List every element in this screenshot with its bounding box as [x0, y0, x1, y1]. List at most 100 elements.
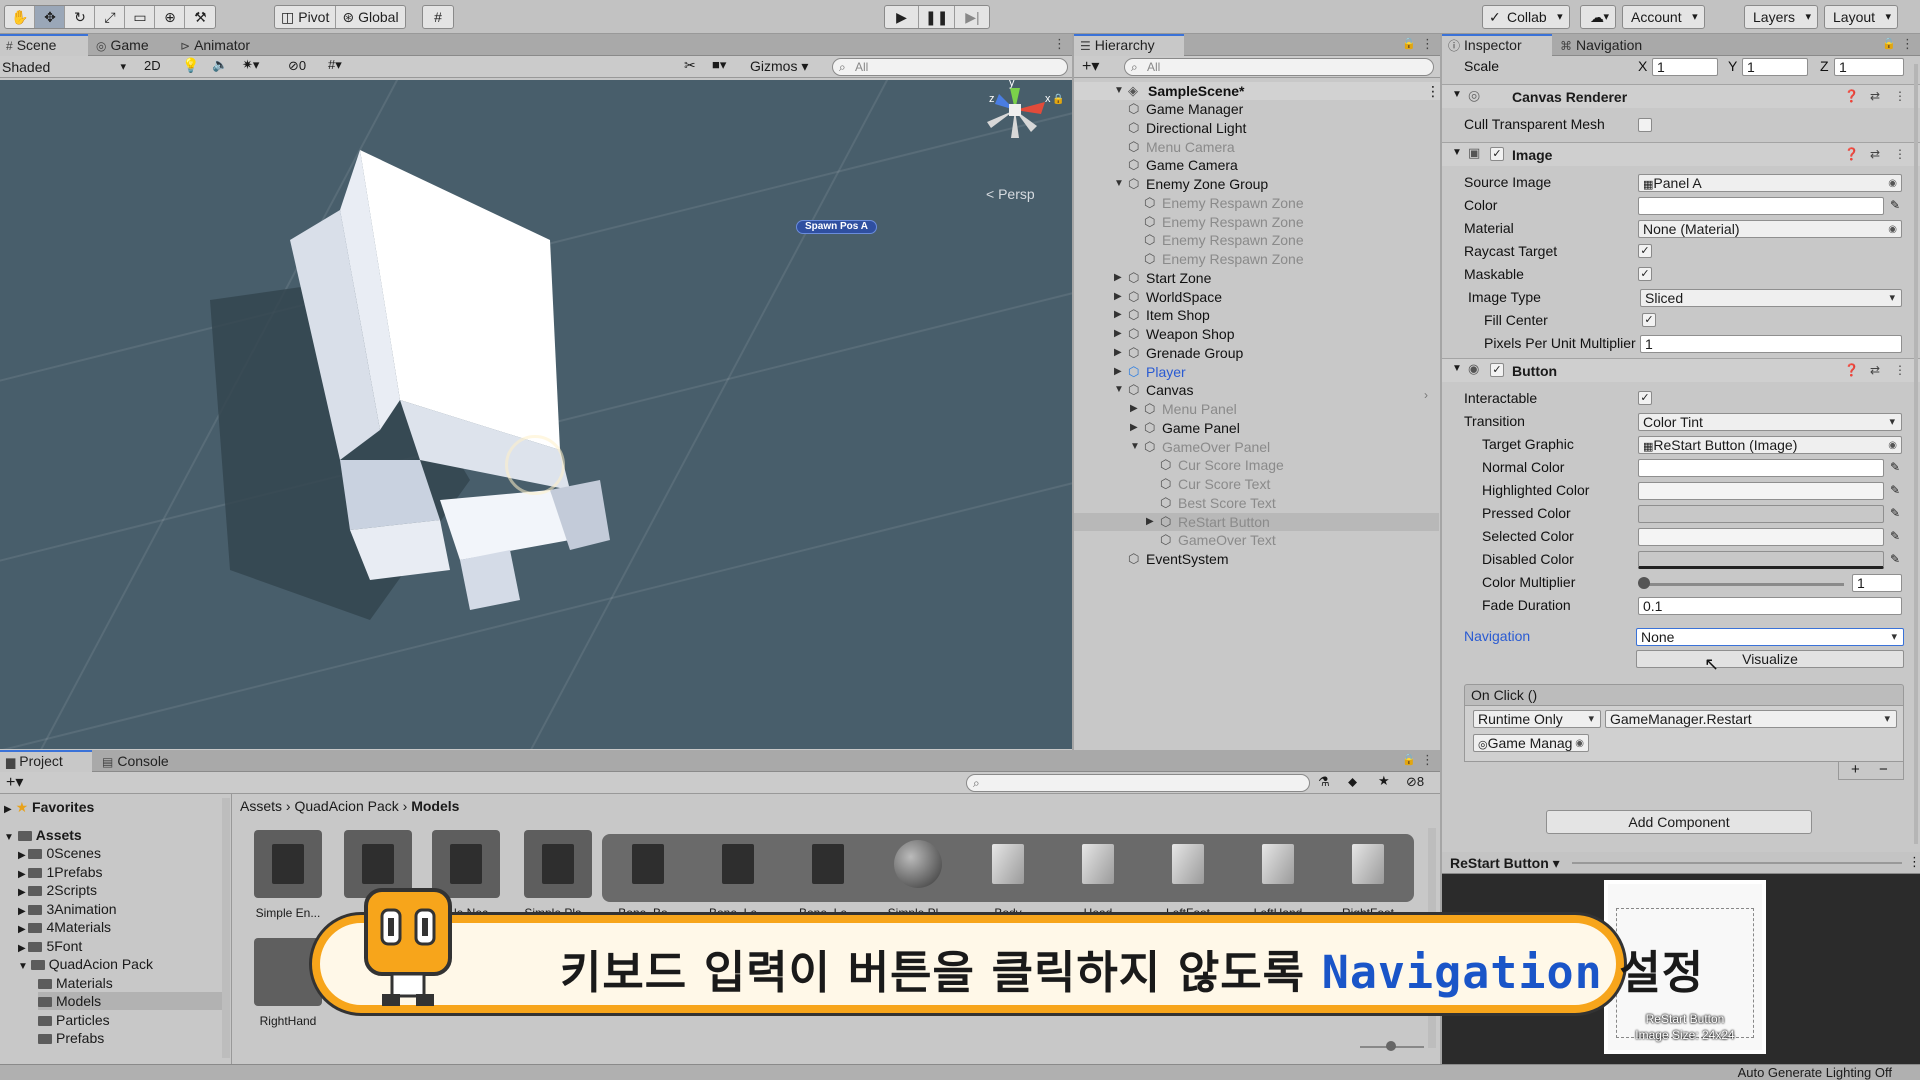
- expand-arrow-icon[interactable]: ▼: [1130, 438, 1140, 456]
- snap-grid-icon[interactable]: #: [423, 6, 453, 28]
- slider-handle[interactable]: [1638, 577, 1650, 589]
- help-icon[interactable]: ❓: [1844, 147, 1859, 161]
- image-header[interactable]: ▼ ▣ ✓ Image ❓ ⇄ ⋮: [1442, 142, 1920, 166]
- step-button[interactable]: ▶|: [955, 6, 989, 28]
- scale-tool-icon[interactable]: ⤢: [95, 6, 126, 28]
- folder-item[interactable]: ▶ 4Materials: [18, 918, 111, 936]
- preset-icon[interactable]: ⇄: [1870, 363, 1880, 377]
- tools-icon[interactable]: ✂: [684, 57, 696, 74]
- global-button[interactable]: ⊛ Global: [336, 6, 404, 28]
- eyedropper-icon[interactable]: ✎: [1890, 483, 1900, 497]
- expand-arrow-icon[interactable]: ▶: [1130, 419, 1138, 437]
- preset-icon[interactable]: ⇄: [1870, 147, 1880, 161]
- effects-icon[interactable]: ✷▾: [242, 57, 259, 73]
- fold-arrow-icon[interactable]: ▼: [1452, 147, 1462, 158]
- kebab-menu-icon[interactable]: ⋮: [1426, 82, 1440, 100]
- navigation-dropdown[interactable]: None: [1636, 628, 1904, 646]
- fold-arrow-icon[interactable]: ▼: [1452, 363, 1462, 374]
- normal-color-swatch[interactable]: [1638, 459, 1884, 477]
- object-picker-icon[interactable]: ◉: [1888, 438, 1897, 453]
- visualize-button[interactable]: Visualize: [1636, 650, 1904, 668]
- fade-duration-field[interactable]: 0.1: [1638, 597, 1902, 615]
- create-asset-button[interactable]: +▾: [6, 772, 23, 792]
- transform-tool-icon[interactable]: ⊕: [155, 6, 186, 28]
- button-header[interactable]: ▼ ◉ ✓ Button ❓ ⇄ ⋮: [1442, 358, 1920, 382]
- pressed-color-swatch[interactable]: [1638, 505, 1884, 523]
- kebab-menu-icon[interactable]: ⋮: [1421, 36, 1434, 52]
- filter-by-type-icon[interactable]: ⚗: [1318, 774, 1330, 790]
- folder-item[interactable]: Prefabs: [38, 1029, 104, 1047]
- gizmos-dropdown[interactable]: Gizmos ▾: [750, 58, 808, 75]
- fold-arrow-icon[interactable]: ▼: [1452, 89, 1462, 100]
- source-image-field[interactable]: ▦Panel A ◉: [1638, 174, 1902, 192]
- layout-dropdown[interactable]: Layout: [1824, 5, 1899, 29]
- inspector-scrollbar[interactable]: [1914, 64, 1918, 844]
- expand-arrow-icon[interactable]: ▶: [1130, 400, 1138, 418]
- canvas-renderer-header[interactable]: ▼ ◎ Canvas Renderer ❓ ⇄ ⋮: [1442, 84, 1920, 108]
- scene-viewport[interactable]: Spawn Pos A y z x 🔒 < Persp: [0, 80, 1072, 749]
- breadcrumb-assets[interactable]: Assets: [240, 798, 282, 814]
- kebab-menu-icon[interactable]: ⋮: [1894, 147, 1906, 161]
- collab-dropdown[interactable]: ✓ Collab: [1482, 5, 1570, 29]
- ppu-field[interactable]: 1: [1640, 335, 1902, 353]
- tab-scene[interactable]: # Scene: [0, 34, 88, 56]
- custom-tool-icon[interactable]: ⚒: [185, 6, 215, 28]
- grid-snap-icon[interactable]: #▾: [328, 57, 342, 73]
- hierarchy-item[interactable]: ▶ ⬡ ReStart Button: [1074, 512, 1439, 531]
- layers-dropdown[interactable]: Layers: [1744, 5, 1819, 29]
- spawn-pos-label[interactable]: Spawn Pos A: [796, 220, 877, 234]
- preset-icon[interactable]: ⇄: [1870, 89, 1880, 103]
- audio-icon[interactable]: 🔈: [212, 57, 228, 73]
- expand-arrow-icon[interactable]: ▼: [1114, 381, 1124, 399]
- folder-item[interactable]: ▶ 0Scenes: [18, 844, 101, 862]
- folder-item[interactable]: Materials: [38, 974, 113, 992]
- pivot-button[interactable]: ◫ Pivot: [275, 6, 337, 28]
- maskable-checkbox[interactable]: ✓: [1638, 267, 1652, 281]
- breadcrumb-quadacion[interactable]: QuadAcion Pack: [294, 798, 398, 814]
- expand-arrow-icon[interactable]: ▶: [1114, 344, 1122, 362]
- folder-item[interactable]: ▶ 1Prefabs: [18, 863, 103, 881]
- remove-event-button[interactable]: −: [1879, 762, 1888, 778]
- scale-x-field[interactable]: 1: [1652, 58, 1718, 76]
- player-model[interactable]: [170, 100, 730, 680]
- target-graphic-field[interactable]: ▦ReStart Button (Image) ◉: [1638, 436, 1902, 454]
- preview-drag-handle[interactable]: [1572, 862, 1902, 864]
- hierarchy-search-input[interactable]: All: [1124, 58, 1434, 76]
- image-enabled-checkbox[interactable]: ✓: [1490, 147, 1504, 161]
- lock-icon[interactable]: 🔒: [1402, 753, 1416, 766]
- hand-tool-icon[interactable]: ✋: [5, 6, 36, 28]
- eyedropper-icon[interactable]: ✎: [1890, 552, 1900, 566]
- folder-item[interactable]: Models: [38, 992, 222, 1010]
- kebab-menu-icon[interactable]: ⋮: [1908, 854, 1920, 870]
- breadcrumb-models[interactable]: Models: [411, 798, 459, 814]
- kebab-menu-icon[interactable]: ⋮: [1894, 89, 1906, 103]
- tab-navigation[interactable]: ⌘ Navigation: [1554, 34, 1652, 56]
- lock-icon[interactable]: 🔒: [1402, 37, 1416, 50]
- account-dropdown[interactable]: Account: [1622, 5, 1705, 29]
- eyedropper-icon[interactable]: ✎: [1890, 506, 1900, 520]
- tab-game[interactable]: ◎ Game: [90, 34, 159, 56]
- assets-row[interactable]: ▼ Assets: [4, 826, 82, 844]
- folder-item[interactable]: Particles: [38, 1011, 110, 1029]
- favorite-star-icon[interactable]: ★: [1378, 773, 1390, 789]
- project-search-input[interactable]: [966, 774, 1310, 792]
- folder-item[interactable]: ▶ 3Animation: [18, 900, 117, 918]
- kebab-menu-icon[interactable]: ⋮: [1421, 752, 1434, 768]
- scene-search-input[interactable]: All: [832, 58, 1068, 76]
- eyedropper-icon[interactable]: ✎: [1890, 529, 1900, 543]
- hidden-objects-toggle[interactable]: ⊘0: [288, 58, 306, 74]
- lock-icon[interactable]: 🔒: [1052, 94, 1064, 105]
- kebab-menu-icon[interactable]: ⋮: [1901, 36, 1914, 52]
- persp-label[interactable]: < Persp: [986, 186, 1035, 202]
- rotate-tool-icon[interactable]: ↻: [65, 6, 96, 28]
- folder-item[interactable]: ▶ 5Font: [18, 937, 82, 955]
- cloud-button[interactable]: ☁: [1580, 5, 1616, 29]
- expand-arrow-icon[interactable]: ▶: [1114, 288, 1122, 306]
- raycast-target-checkbox[interactable]: ✓: [1638, 244, 1652, 258]
- expand-arrow-icon[interactable]: ▼: [1114, 175, 1124, 193]
- expand-arrow-icon[interactable]: ▶: [1114, 306, 1122, 324]
- expand-arrow-icon[interactable]: ▶: [1114, 269, 1122, 287]
- rect-tool-icon[interactable]: ▭: [125, 6, 156, 28]
- orientation-gizmo[interactable]: y z x: [975, 80, 1055, 170]
- transition-dropdown[interactable]: Color Tint: [1638, 413, 1902, 431]
